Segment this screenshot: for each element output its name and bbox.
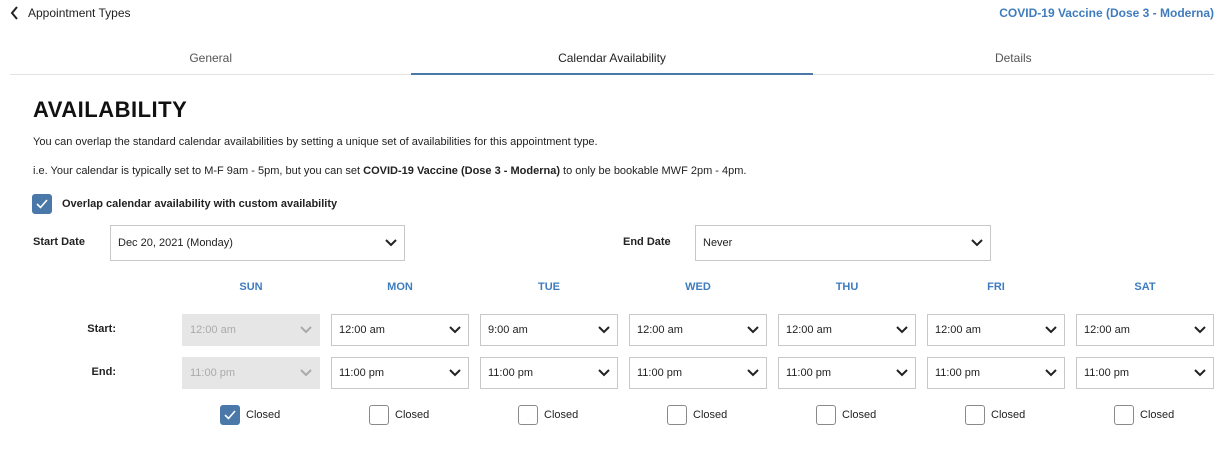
wed-end-time-select[interactable]: 11:00 pm — [629, 357, 767, 389]
thu-end-time-select[interactable]: 11:00 pm — [778, 357, 916, 389]
mon-start-time-select[interactable]: 12:00 am — [331, 314, 469, 346]
thu-closed-checkbox[interactable] — [816, 405, 836, 425]
day-header-fri: FRI — [987, 281, 1005, 293]
sun-end-time-value: 11:00 pm — [190, 367, 236, 379]
chevron-left-icon — [10, 6, 18, 20]
chevron-down-icon — [747, 326, 759, 334]
wed-start-time-select[interactable]: 12:00 am — [629, 314, 767, 346]
overlap-availability-checkbox[interactable] — [32, 194, 52, 214]
day-header-tue: TUE — [538, 281, 560, 293]
mon-end-time-select[interactable]: 11:00 pm — [331, 357, 469, 389]
thu-closed-label: Closed — [842, 409, 877, 421]
tue-closed-toggle: Closed — [518, 405, 578, 425]
tue-start-time-value: 9:00 am — [488, 324, 528, 336]
tue-closed-checkbox[interactable] — [518, 405, 538, 425]
back-link[interactable]: Appointment Types — [10, 6, 131, 20]
day-header-sun: SUN — [239, 281, 263, 293]
fri-end-time-value: 11:00 pm — [935, 367, 981, 379]
example-text: i.e. Your calendar is typically set to M… — [33, 165, 746, 177]
wed-closed-toggle: Closed — [667, 405, 727, 425]
wed-end-time-value: 11:00 pm — [637, 367, 683, 379]
sat-closed-toggle: Closed — [1114, 405, 1174, 425]
start-row-label: Start: — [87, 323, 116, 335]
wed-closed-checkbox[interactable] — [667, 405, 687, 425]
back-link-label: Appointment Types — [28, 6, 131, 20]
tab-bar: General Calendar Availability Details — [10, 44, 1214, 75]
overlap-availability-row: Overlap calendar availability with custo… — [32, 194, 337, 214]
chevron-down-icon — [1194, 369, 1206, 377]
mon-closed-checkbox[interactable] — [369, 405, 389, 425]
mon-closed-label: Closed — [395, 409, 430, 421]
chevron-down-icon — [598, 369, 610, 377]
fri-start-time-value: 12:00 am — [935, 324, 981, 336]
end-row-label: End: — [91, 366, 116, 378]
tab-calendar-availability[interactable]: Calendar Availability — [411, 44, 813, 75]
description-text: You can overlap the standard calendar av… — [33, 136, 598, 148]
chevron-down-icon — [385, 239, 397, 247]
chevron-down-icon — [971, 239, 983, 247]
chevron-down-icon — [449, 326, 461, 334]
start-date-select[interactable]: Dec 20, 2021 (Monday) — [110, 225, 405, 261]
chevron-down-icon — [896, 369, 908, 377]
day-header-wed: WED — [685, 281, 711, 293]
wed-start-time-value: 12:00 am — [637, 324, 683, 336]
thu-closed-toggle: Closed — [816, 405, 876, 425]
chevron-down-icon — [449, 369, 461, 377]
day-header-mon: MON — [387, 281, 413, 293]
sun-start-time-value: 12:00 am — [190, 324, 236, 336]
sat-start-time-value: 12:00 am — [1084, 324, 1130, 336]
chevron-down-icon — [598, 326, 610, 334]
chevron-down-icon — [747, 369, 759, 377]
sun-end-time-select: 11:00 pm — [182, 357, 320, 389]
thu-start-time-value: 12:00 am — [786, 324, 832, 336]
start-date-label: Start Date — [33, 236, 85, 248]
tue-closed-label: Closed — [544, 409, 579, 421]
appointment-type-name: COVID-19 Vaccine (Dose 3 - Moderna) — [999, 6, 1214, 20]
chevron-down-icon — [1194, 326, 1206, 334]
fri-closed-checkbox[interactable] — [965, 405, 985, 425]
thu-start-time-select[interactable]: 12:00 am — [778, 314, 916, 346]
sat-closed-checkbox[interactable] — [1114, 405, 1134, 425]
tab-general[interactable]: General — [10, 44, 411, 74]
fri-end-time-select[interactable]: 11:00 pm — [927, 357, 1065, 389]
tab-details[interactable]: Details — [813, 44, 1214, 74]
sat-start-time-select[interactable]: 12:00 am — [1076, 314, 1214, 346]
mon-closed-toggle: Closed — [369, 405, 429, 425]
chevron-down-icon — [1045, 369, 1057, 377]
chevron-down-icon — [300, 369, 312, 377]
example-text-suffix: to only be bookable MWF 2pm - 4pm. — [560, 165, 747, 177]
day-header-thu: THU — [835, 281, 859, 293]
sun-start-time-select: 12:00 am — [182, 314, 320, 346]
sat-closed-label: Closed — [1140, 409, 1175, 421]
example-text-appointment: COVID-19 Vaccine (Dose 3 - Moderna) — [363, 165, 560, 177]
check-icon — [36, 199, 48, 209]
end-date-value: Never — [703, 237, 733, 249]
sun-closed-toggle: Closed — [220, 405, 280, 425]
fri-start-time-select[interactable]: 12:00 am — [927, 314, 1065, 346]
fri-closed-label: Closed — [991, 409, 1026, 421]
fri-closed-toggle: Closed — [965, 405, 1025, 425]
sat-end-time-value: 11:00 pm — [1084, 367, 1130, 379]
thu-end-time-value: 11:00 pm — [786, 367, 832, 379]
wed-closed-label: Closed — [693, 409, 728, 421]
check-icon — [224, 410, 236, 420]
chevron-down-icon — [300, 326, 312, 334]
example-text-prefix: i.e. Your calendar is typically set to M… — [33, 165, 364, 177]
chevron-down-icon — [896, 326, 908, 334]
end-date-label: End Date — [623, 236, 671, 248]
chevron-down-icon — [1045, 326, 1057, 334]
tue-start-time-select[interactable]: 9:00 am — [480, 314, 618, 346]
sun-closed-label: Closed — [246, 409, 281, 421]
sat-end-time-select[interactable]: 11:00 pm — [1076, 357, 1214, 389]
mon-end-time-value: 11:00 pm — [339, 367, 385, 379]
page-title: AVAILABILITY — [33, 97, 188, 122]
sun-closed-checkbox[interactable] — [220, 405, 240, 425]
mon-start-time-value: 12:00 am — [339, 324, 385, 336]
tue-end-time-select[interactable]: 11:00 pm — [480, 357, 618, 389]
end-date-select[interactable]: Never — [695, 225, 991, 261]
day-header-sat: SAT — [1134, 281, 1156, 293]
tue-end-time-value: 11:00 pm — [488, 367, 534, 379]
start-date-value: Dec 20, 2021 (Monday) — [118, 237, 233, 249]
overlap-availability-label: Overlap calendar availability with custo… — [62, 198, 338, 210]
